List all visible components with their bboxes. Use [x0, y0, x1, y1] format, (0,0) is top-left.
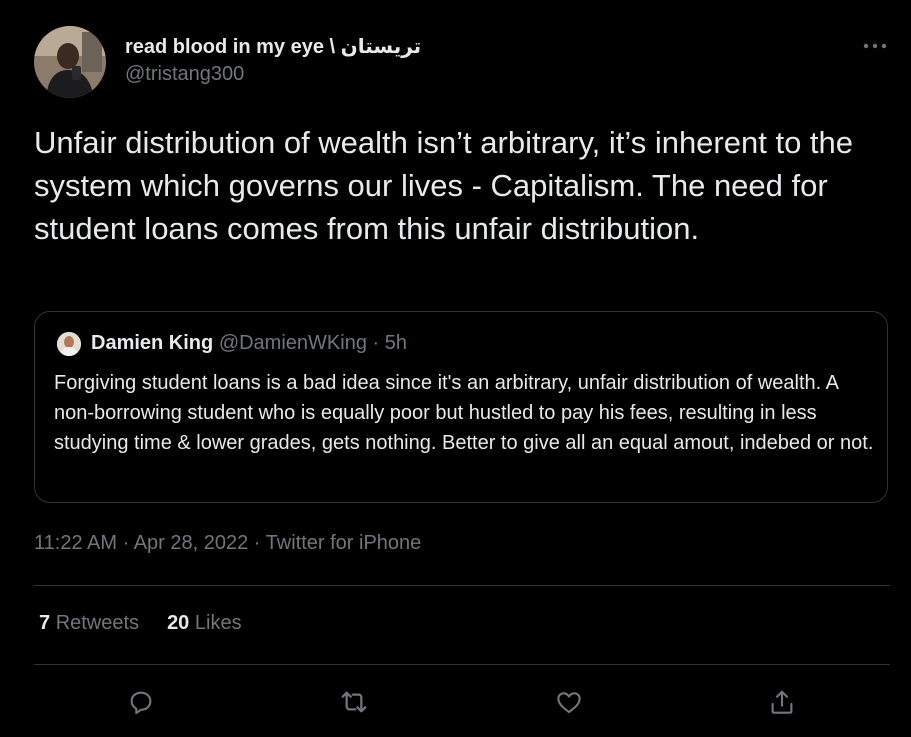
author-handle[interactable]: @tristang300 — [125, 63, 244, 86]
reply-icon — [130, 691, 152, 715]
quoted-author-name[interactable]: Damien King — [91, 332, 213, 354]
quoted-tweet-header: Damien King @DamienWKing · 5h — [91, 332, 407, 355]
retweets-label: Retweets — [55, 612, 140, 634]
tweet-detail: read blood in my eye \ تريستان @tristang… — [0, 0, 911, 737]
quoted-tweet-time[interactable]: 5h — [385, 332, 407, 354]
likes-stat[interactable]: 20 Likes — [167, 612, 242, 634]
tweet-stats: 7 Retweets 20 Likes — [39, 612, 270, 635]
timestamp-separator: · — [117, 532, 134, 554]
quoted-tweet[interactable]: Damien King @DamienWKing · 5h Forgiving … — [34, 311, 888, 503]
tweet-source[interactable]: Twitter for iPhone — [266, 532, 422, 554]
tweet-time[interactable]: 11:22 AM — [34, 532, 117, 554]
author-avatar-image — [34, 26, 106, 98]
divider-bottom — [34, 664, 890, 665]
quoted-meta-separator: · — [366, 332, 385, 354]
quoted-tweet-text: Forgiving student loans is a bad idea si… — [54, 372, 874, 454]
quoted-author-avatar — [57, 332, 81, 356]
tweet-timestamp: 11:22 AM · Apr 28, 2022 · Twitter for iP… — [34, 532, 421, 555]
like-icon — [557, 692, 581, 714]
tweet-text: Unfair distribution of wealth isn’t arbi… — [34, 125, 854, 246]
retweet-icon — [341, 691, 367, 713]
retweets-count: 7 — [39, 612, 51, 634]
author-display-name[interactable]: read blood in my eye \ تريستان — [125, 34, 421, 59]
share-button[interactable] — [764, 684, 800, 720]
tweet-date[interactable]: Apr 28, 2022 — [134, 532, 249, 554]
source-separator: · — [248, 532, 266, 554]
quoted-author-avatar-image — [57, 332, 81, 356]
likes-count: 20 — [167, 612, 190, 634]
quoted-author-handle: @DamienWKing — [218, 332, 367, 354]
more-button[interactable] — [858, 36, 892, 56]
retweet-button[interactable] — [336, 684, 372, 720]
reply-button[interactable] — [123, 684, 159, 720]
likes-label: Likes — [194, 612, 242, 634]
like-button[interactable] — [551, 684, 587, 720]
author-avatar[interactable] — [34, 26, 106, 98]
more-horizontal-icon — [863, 43, 887, 49]
retweets-stat[interactable]: 7 Retweets — [39, 612, 139, 634]
divider-top — [34, 585, 890, 586]
share-icon — [771, 690, 793, 714]
